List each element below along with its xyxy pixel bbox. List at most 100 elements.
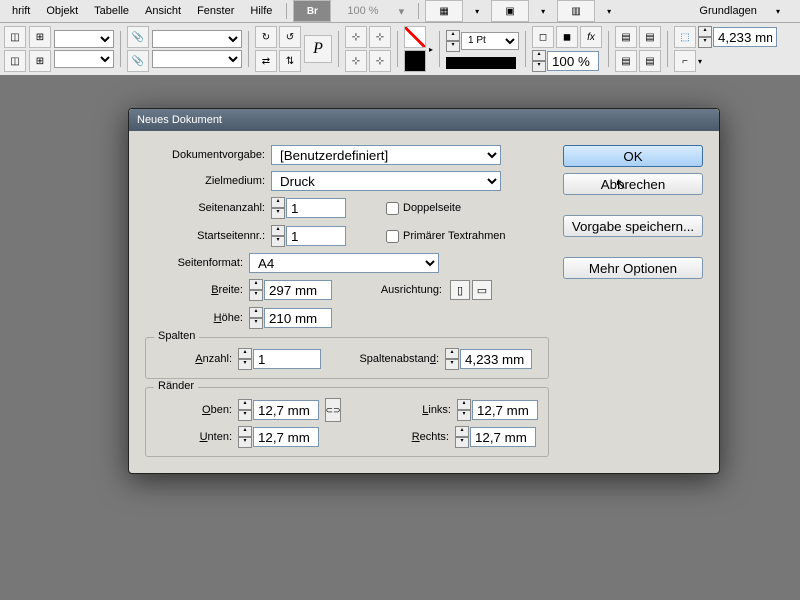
stroke-preview[interactable] [446, 57, 516, 69]
cancel-button[interactable]: Abbrechen [563, 173, 703, 195]
spin-down[interactable]: ▾ [457, 410, 471, 421]
start-page-input[interactable] [286, 226, 346, 246]
effects-icon[interactable]: ⊹ [345, 26, 367, 48]
stroke-weight-dropdown[interactable]: 1 Pt [461, 32, 519, 50]
menu-tabelle[interactable]: Tabelle [86, 5, 137, 17]
dropdown-arrow-icon[interactable]: ▾ [599, 7, 619, 16]
margin-left-input[interactable] [472, 400, 538, 420]
dropdown-arrow-icon[interactable]: ▾ [533, 7, 553, 16]
menu-hilfe[interactable]: Hilfe [242, 5, 280, 17]
view-mode-1-icon[interactable]: ▦ [425, 0, 463, 22]
menu-fenster[interactable]: Fenster [189, 5, 242, 17]
column-count-input[interactable] [253, 349, 321, 369]
margin-bottom-input[interactable] [253, 427, 319, 447]
zoom-display[interactable]: 100 % [339, 5, 386, 17]
rotate-icon[interactable]: ↺ [279, 26, 301, 48]
menu-ansicht[interactable]: Ansicht [137, 5, 189, 17]
primary-frame-checkbox[interactable]: Primärer Textrahmen [386, 230, 506, 243]
preset-select[interactable]: [Benutzerdefiniert] [271, 145, 501, 165]
spin-up[interactable]: ▴ [271, 197, 285, 208]
effects-icon[interactable]: ⊹ [345, 50, 367, 72]
workspace-switcher[interactable]: Grundlagen ▾ [683, 5, 796, 17]
wrap-icon[interactable]: ▤ [639, 50, 661, 72]
page-size-select[interactable]: A4 [249, 253, 439, 273]
tool-icon[interactable]: ◫ [4, 50, 26, 72]
flip-icon[interactable]: ⇅ [279, 50, 301, 72]
effects-icon[interactable]: ⊹ [369, 26, 391, 48]
fx-icon[interactable]: ◼ [556, 26, 578, 48]
menu-hrift[interactable]: hrift [4, 5, 38, 17]
tool-icon[interactable]: 📎 [127, 50, 149, 72]
menu-objekt[interactable]: Objekt [38, 5, 86, 17]
fill-black-icon[interactable] [404, 50, 426, 72]
spin-down[interactable]: ▾ [238, 437, 252, 448]
spin-down[interactable]: ▾ [271, 236, 285, 247]
spin-down[interactable]: ▾ [249, 318, 263, 329]
style-dropdown[interactable] [152, 50, 242, 68]
gutter-input[interactable] [460, 349, 532, 369]
style-dropdown[interactable] [152, 30, 242, 48]
link-margins-icon[interactable]: ⊂⊃ [325, 398, 341, 422]
spin-up[interactable]: ▴ [271, 225, 285, 236]
spin-down[interactable]: ▾ [238, 410, 252, 421]
spin-up[interactable]: ▴ [238, 426, 252, 437]
height-input[interactable] [264, 308, 332, 328]
intent-select[interactable]: Druck [271, 171, 501, 191]
margin-right-input[interactable] [470, 427, 536, 447]
view-mode-3-icon[interactable]: ▥ [557, 0, 595, 22]
frame-icon[interactable]: ⬚ [674, 26, 696, 48]
spin-up[interactable]: ▴ [455, 426, 469, 437]
ok-button[interactable]: OK [563, 145, 703, 167]
spin-up[interactable]: ▴ [446, 30, 460, 41]
view-mode-2-icon[interactable]: ▣ [491, 0, 529, 22]
spin-up[interactable]: ▴ [445, 348, 459, 359]
spin-down[interactable]: ▾ [238, 359, 252, 370]
bridge-icon[interactable]: Br [293, 0, 331, 22]
pages-input[interactable] [286, 198, 346, 218]
orientation-portrait-button[interactable]: ▯ [450, 280, 470, 300]
orientation-landscape-button[interactable]: ▭ [472, 280, 492, 300]
spin-up[interactable]: ▴ [457, 399, 471, 410]
style-dropdown[interactable] [54, 50, 114, 68]
effects-icon[interactable]: ⊹ [369, 50, 391, 72]
wrap-icon[interactable]: ▤ [615, 26, 637, 48]
spin-up[interactable]: ▴ [238, 399, 252, 410]
style-dropdown[interactable] [54, 30, 114, 48]
fx-icon[interactable]: fx [580, 26, 602, 48]
spin-up[interactable]: ▴ [238, 348, 252, 359]
margin-top-input[interactable] [253, 400, 319, 420]
spin-down[interactable]: ▾ [455, 437, 469, 448]
wrap-icon[interactable]: ▤ [639, 26, 661, 48]
no-fill-icon[interactable] [404, 26, 426, 48]
spin-down[interactable]: ▾ [532, 61, 546, 72]
flip-icon[interactable]: ⇄ [255, 50, 277, 72]
spin-up[interactable]: ▴ [249, 279, 263, 290]
tool-icon[interactable]: ⊞ [29, 26, 51, 48]
corner-icon[interactable]: ⌐ [674, 50, 696, 72]
spin-down[interactable]: ▾ [445, 359, 459, 370]
dropdown-arrow-icon[interactable]: ▸ [429, 45, 433, 54]
save-preset-button[interactable]: Vorgabe speichern... [563, 215, 703, 237]
fx-icon[interactable]: ◻ [532, 26, 554, 48]
spin-down[interactable]: ▾ [271, 208, 285, 219]
dropdown-arrow-icon[interactable]: ▾ [391, 5, 413, 18]
spin-up[interactable]: ▴ [698, 26, 712, 37]
wrap-icon[interactable]: ▤ [615, 50, 637, 72]
spin-up[interactable]: ▴ [532, 50, 546, 61]
more-options-button[interactable]: Mehr Optionen [563, 257, 703, 279]
paragraph-icon[interactable]: P [304, 35, 332, 63]
spin-down[interactable]: ▾ [249, 290, 263, 301]
dialog-titlebar[interactable]: Neues Dokument [129, 109, 719, 131]
spin-down[interactable]: ▾ [446, 41, 460, 52]
tool-icon[interactable]: ⊞ [29, 50, 51, 72]
spin-down[interactable]: ▾ [698, 37, 712, 48]
width-input[interactable] [264, 280, 332, 300]
rotate-icon[interactable]: ↻ [255, 26, 277, 48]
dropdown-arrow-icon[interactable]: ▾ [467, 7, 487, 16]
tool-icon[interactable]: 📎 [127, 26, 149, 48]
facing-pages-checkbox[interactable]: Doppelseite [386, 202, 461, 215]
dropdown-arrow-icon[interactable]: ▾ [698, 57, 702, 66]
tool-icon[interactable]: ◫ [4, 26, 26, 48]
dimension-input[interactable] [713, 27, 777, 47]
spin-up[interactable]: ▴ [249, 307, 263, 318]
